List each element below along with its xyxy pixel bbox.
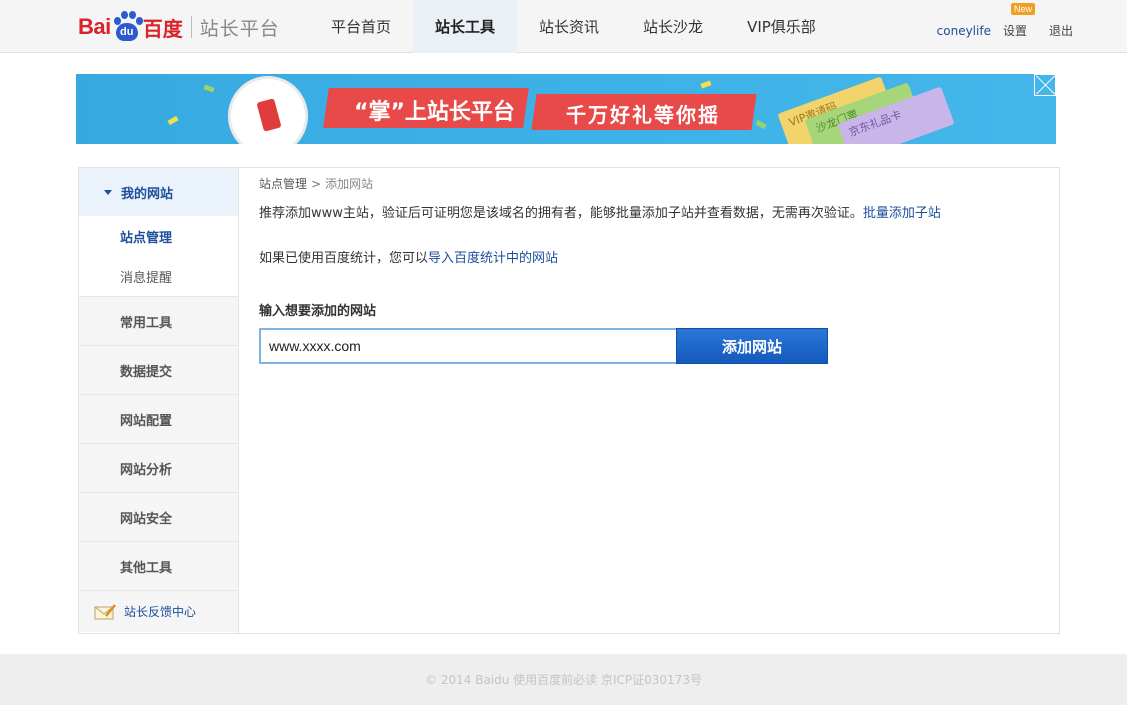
logout-link[interactable]: 退出 bbox=[1049, 22, 1073, 39]
nav-item-vip-club[interactable]: VIP俱乐部 bbox=[725, 0, 838, 53]
nav-item-home[interactable]: 平台首页 bbox=[309, 0, 413, 53]
banner-headline: “掌”上站长平台 bbox=[354, 100, 515, 125]
sidebar: 我的网站 站点管理 消息提醒 常用工具 数据提交 网站配置 网站分析 网站安全 … bbox=[79, 168, 239, 633]
tip1-text: 推荐添加www主站，验证后可证明您是该域名的拥有者，能够批量添加子站并查看数据，… bbox=[259, 206, 863, 221]
main-nav: 平台首页 站长工具 站长资讯 站长沙龙 VIP俱乐部 bbox=[309, 0, 838, 53]
paw-icon: du bbox=[112, 10, 143, 44]
add-site-button[interactable]: 添加网站 bbox=[676, 328, 828, 364]
www-recommendation-tip: 推荐添加www主站，验证后可证明您是该域名的拥有者，能够批量添加子站并查看数据，… bbox=[259, 202, 941, 221]
sidebar-section-my-sites[interactable]: 我的网站 bbox=[79, 168, 238, 216]
top-header: Bai du 百度 站长平台 平台首页 站长工具 站长资讯 站长沙龙 VIP俱乐… bbox=[0, 0, 1127, 53]
breadcrumb-parent[interactable]: 站点管理 bbox=[259, 177, 307, 191]
nav-item-tools[interactable]: 站长工具 bbox=[413, 0, 518, 53]
baidu-logo[interactable]: Bai du 百度 站长平台 bbox=[78, 8, 280, 46]
promo-banner[interactable]: “掌”上站长平台 千万好礼等你摇 VIP邀请码 沙龙门票 京东礼品卡 bbox=[76, 74, 1056, 144]
nav-item-salon[interactable]: 站长沙龙 bbox=[621, 0, 725, 53]
breadcrumb: 站点管理 > 添加网站 bbox=[259, 175, 373, 192]
logo-divider bbox=[190, 16, 192, 38]
sidebar-group-other-tools[interactable]: 其他工具 bbox=[79, 541, 238, 590]
feedback-center-link[interactable]: 站长反馈中心 bbox=[79, 590, 238, 632]
feedback-label: 站长反馈中心 bbox=[124, 605, 197, 619]
logo-chinese-text: 百度 bbox=[142, 16, 183, 41]
caret-down-icon bbox=[104, 189, 112, 195]
tip2-text: 如果已使用百度统计，您可以 bbox=[259, 251, 429, 266]
breadcrumb-current: 添加网站 bbox=[325, 177, 374, 191]
sidebar-group-site-analysis[interactable]: 网站分析 bbox=[79, 443, 238, 492]
new-badge: New bbox=[1010, 3, 1035, 15]
settings-link[interactable]: New 设置 bbox=[1002, 3, 1035, 39]
logo-subtitle: 站长平台 bbox=[199, 17, 280, 40]
user-area: coneylife New 设置 退出 bbox=[937, 0, 1073, 53]
envelope-pencil-icon bbox=[94, 603, 116, 620]
username-link[interactable]: coneylife bbox=[937, 24, 991, 38]
import-stats-tip: 如果已使用百度统计，您可以导入百度统计中的网站 bbox=[259, 247, 558, 266]
sidebar-section-label: 我的网站 bbox=[121, 186, 174, 202]
sidebar-item-messages[interactable]: 消息提醒 bbox=[79, 256, 238, 296]
import-baidu-stats-link[interactable]: 导入百度统计中的网站 bbox=[428, 251, 558, 266]
batch-add-subsite-link[interactable]: 批量添加子站 bbox=[863, 206, 941, 221]
logo-latin-text: Bai bbox=[78, 14, 111, 39]
banner-close-icon[interactable] bbox=[1034, 74, 1056, 96]
main-panel: 我的网站 站点管理 消息提醒 常用工具 数据提交 网站配置 网站分析 网站安全 … bbox=[78, 167, 1060, 634]
site-url-input[interactable] bbox=[259, 328, 676, 364]
sidebar-group-data-submit[interactable]: 数据提交 bbox=[79, 345, 238, 394]
sidebar-group-site-security[interactable]: 网站安全 bbox=[79, 492, 238, 541]
logo-paw-text: du bbox=[115, 23, 138, 41]
breadcrumb-separator: > bbox=[311, 177, 322, 191]
footer: © 2014 Baidu 使用百度前必读 京ICP证030173号 bbox=[0, 654, 1127, 705]
sidebar-item-site-management[interactable]: 站点管理 bbox=[79, 216, 238, 256]
nav-item-news[interactable]: 站长资讯 bbox=[517, 0, 621, 53]
sidebar-group-site-config[interactable]: 网站配置 bbox=[79, 394, 238, 443]
site-input-label: 输入想要添加的网站 bbox=[259, 304, 377, 319]
footer-copyright: © 2014 Baidu 使用百度前必读 京ICP证030173号 bbox=[425, 673, 702, 687]
sidebar-group-common-tools[interactable]: 常用工具 bbox=[79, 296, 238, 345]
settings-label: 设置 bbox=[1002, 24, 1027, 38]
banner-subheadline: 千万好礼等你摇 bbox=[566, 103, 720, 127]
